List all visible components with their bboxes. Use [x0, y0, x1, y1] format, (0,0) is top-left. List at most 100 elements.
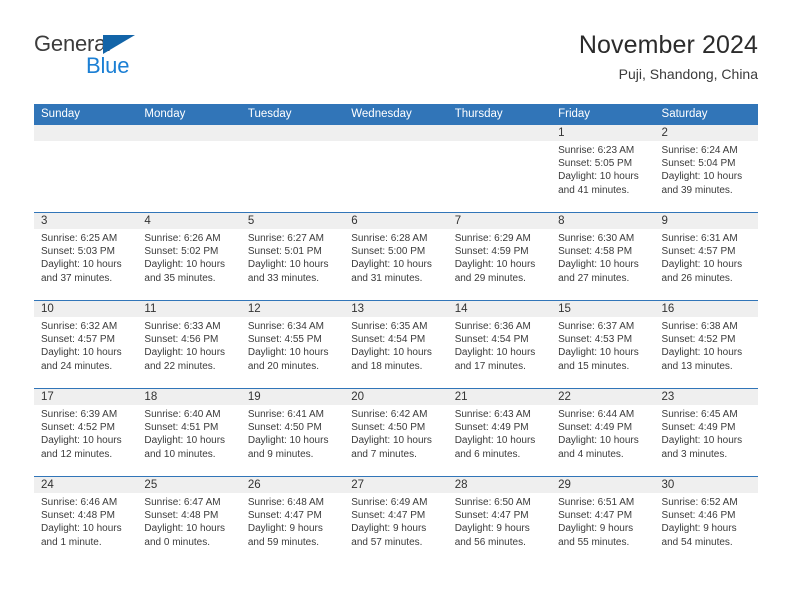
day-number — [344, 125, 448, 141]
calendar-day-cell[interactable]: 26 Sunrise: 6:48 AM Sunset: 4:47 PM Dayligh… — [240, 477, 345, 564]
calendar-day-cell[interactable]: 21 Sunrise: 6:43 AM Sunset: 4:49 PM Dayligh… — [447, 389, 552, 476]
daylight-duration-line1: Daylight: 9 hours — [247, 523, 323, 535]
calendar-day-cell[interactable]: 24 Sunrise: 6:46 AM Sunset: 4:48 PM Dayligh… — [34, 477, 138, 564]
weekday-thursday: Thursday — [454, 108, 503, 120]
daylight-duration-line1: Daylight: 10 hours — [41, 347, 122, 359]
day-number: 8 — [551, 213, 655, 229]
daylight-duration-line1: Daylight: 10 hours — [661, 347, 743, 359]
day-number: 2 — [654, 125, 758, 141]
daylight-duration-line1: Daylight: 10 hours — [41, 435, 122, 447]
sunrise-time: Sunrise: 6:40 AM — [144, 409, 221, 420]
day-sun-details: Sunrise: 6:51 AM Sunset: 4:47 PM Daylight:… — [551, 493, 654, 549]
calendar-day-cell-empty — [344, 125, 448, 212]
sunrise-time: Sunrise: 6:35 AM — [351, 321, 428, 332]
sunset-time: Sunset: 4:48 PM — [144, 510, 219, 522]
calendar-day-cell[interactable]: 18 Sunrise: 6:40 AM Sunset: 4:51 PM Dayligh… — [137, 389, 241, 476]
day-sun-details: Sunrise: 6:38 AM Sunset: 4:52 PM Daylight:… — [655, 317, 758, 373]
day-sun-details: Sunrise: 6:47 AM Sunset: 4:48 PM Daylight:… — [137, 493, 240, 549]
calendar-day-cell[interactable]: 13 Sunrise: 6:35 AM Sunset: 4:54 PM Dayligh… — [344, 301, 448, 388]
title-block: November 2024 Puji, Shandong, China — [579, 30, 758, 83]
calendar-day-cell[interactable]: 22 Sunrise: 6:44 AM Sunset: 4:49 PM Dayligh… — [551, 389, 655, 476]
sunrise-time: Sunrise: 6:36 AM — [454, 321, 531, 332]
day-number — [447, 125, 552, 141]
sunrise-time: Sunrise: 6:48 AM — [247, 497, 324, 508]
calendar-day-cell[interactable]: 29 Sunrise: 6:51 AM Sunset: 4:47 PM Dayligh… — [551, 477, 655, 564]
day-sun-details: Sunrise: 6:45 AM Sunset: 4:49 PM Daylight:… — [655, 405, 758, 461]
calendar-day-cell[interactable]: 15 Sunrise: 6:37 AM Sunset: 4:53 PM Dayligh… — [551, 301, 655, 388]
calendar-day-cell[interactable]: 6 Sunrise: 6:28 AM Sunset: 5:00 PM Daylight… — [344, 213, 448, 300]
sunrise-time: Sunrise: 6:52 AM — [661, 497, 738, 508]
calendar-day-cell[interactable]: 8 Sunrise: 6:30 AM Sunset: 4:58 PM Daylight… — [551, 213, 655, 300]
day-number: 30 — [654, 477, 758, 493]
day-number: 1 — [551, 125, 655, 141]
day-number: 20 — [344, 389, 448, 405]
calendar-day-cell[interactable]: 3 Sunrise: 6:25 AM Sunset: 5:03 PM Daylight… — [34, 213, 138, 300]
daylight-duration-line1: Daylight: 10 hours — [41, 259, 122, 271]
daylight-duration-line2: and 13 minutes. — [661, 360, 733, 372]
day-number: 13 — [344, 301, 448, 317]
daylight-duration-line1: Daylight: 10 hours — [661, 259, 743, 271]
sunrise-time: Sunrise: 6:26 AM — [144, 233, 221, 244]
calendar-day-cell[interactable]: 17 Sunrise: 6:39 AM Sunset: 4:52 PM Dayligh… — [34, 389, 138, 476]
calendar-day-cell[interactable]: 1 Sunrise: 6:23 AM Sunset: 5:05 PM Daylight… — [551, 125, 655, 212]
daylight-duration-line2: and 56 minutes. — [454, 536, 526, 548]
calendar-day-cell[interactable]: 10 Sunrise: 6:32 AM Sunset: 4:57 PM Dayligh… — [34, 301, 138, 388]
daylight-duration-line1: Daylight: 10 hours — [558, 435, 639, 447]
day-number — [137, 125, 241, 141]
calendar-day-cell[interactable]: 28 Sunrise: 6:50 AM Sunset: 4:47 PM Dayligh… — [447, 477, 552, 564]
day-number — [240, 125, 345, 141]
sunset-time: Sunset: 5:05 PM — [558, 158, 633, 170]
sunset-time: Sunset: 4:46 PM — [661, 510, 736, 522]
calendar-day-cell[interactable]: 20 Sunrise: 6:42 AM Sunset: 4:50 PM Dayligh… — [344, 389, 448, 476]
daylight-duration-line1: Daylight: 10 hours — [351, 347, 432, 359]
sunset-time: Sunset: 4:55 PM — [247, 334, 322, 346]
daylight-duration-line1: Daylight: 10 hours — [351, 435, 432, 447]
daylight-duration-line2: and 31 minutes. — [351, 272, 423, 284]
day-number: 24 — [34, 477, 138, 493]
sunrise-time: Sunrise: 6:51 AM — [558, 497, 635, 508]
calendar-day-cell[interactable]: 25 Sunrise: 6:47 AM Sunset: 4:48 PM Dayligh… — [137, 477, 241, 564]
sunset-time: Sunset: 4:52 PM — [661, 334, 736, 346]
daylight-duration-line2: and 0 minutes. — [144, 536, 211, 548]
calendar-day-cell[interactable]: 19 Sunrise: 6:41 AM Sunset: 4:50 PM Dayligh… — [240, 389, 345, 476]
calendar-day-cell[interactable]: 5 Sunrise: 6:27 AM Sunset: 5:01 PM Daylight… — [240, 213, 345, 300]
calendar-day-cell[interactable]: 12 Sunrise: 6:34 AM Sunset: 4:55 PM Dayligh… — [240, 301, 345, 388]
calendar-day-cell[interactable]: 23 Sunrise: 6:45 AM Sunset: 4:49 PM Dayligh… — [654, 389, 758, 476]
day-number: 6 — [344, 213, 448, 229]
calendar-day-cell[interactable]: 14 Sunrise: 6:36 AM Sunset: 4:54 PM Dayligh… — [447, 301, 552, 388]
sunrise-time: Sunrise: 6:42 AM — [351, 409, 428, 420]
daylight-duration-line2: and 26 minutes. — [661, 272, 733, 284]
calendar-day-cell[interactable]: 16 Sunrise: 6:38 AM Sunset: 4:52 PM Dayligh… — [654, 301, 758, 388]
daylight-duration-line2: and 59 minutes. — [247, 536, 320, 548]
daylight-duration-line2: and 6 minutes. — [454, 448, 521, 460]
calendar-day-cell[interactable]: 2 Sunrise: 6:24 AM Sunset: 5:04 PM Daylight… — [654, 125, 758, 212]
calendar-day-cell-empty — [447, 125, 552, 212]
daylight-duration-line2: and 9 minutes. — [247, 448, 314, 460]
calendar-day-cell[interactable]: 11 Sunrise: 6:33 AM Sunset: 4:56 PM Dayligh… — [137, 301, 241, 388]
daylight-duration-line1: Daylight: 10 hours — [454, 259, 536, 271]
sunset-time: Sunset: 4:57 PM — [661, 246, 736, 258]
sunrise-time: Sunrise: 6:23 AM — [558, 145, 635, 156]
day-number: 17 — [34, 389, 138, 405]
calendar-day-cell[interactable]: 27 Sunrise: 6:49 AM Sunset: 4:47 PM Dayligh… — [344, 477, 448, 564]
day-number: 11 — [137, 301, 241, 317]
calendar-day-cell[interactable]: 4 Sunrise: 6:26 AM Sunset: 5:02 PM Daylight… — [137, 213, 241, 300]
sunset-time: Sunset: 4:57 PM — [41, 334, 115, 346]
calendar-day-cell[interactable]: 7 Sunrise: 6:29 AM Sunset: 4:59 PM Daylight… — [447, 213, 552, 300]
calendar-day-cell[interactable]: 30 Sunrise: 6:52 AM Sunset: 4:46 PM Dayligh… — [654, 477, 758, 564]
daylight-duration-line1: Daylight: 10 hours — [144, 259, 226, 271]
daylight-duration-line1: Daylight: 10 hours — [247, 259, 329, 271]
sunset-time: Sunset: 5:02 PM — [144, 246, 219, 258]
day-sun-details: Sunrise: 6:50 AM Sunset: 4:47 PM Daylight:… — [448, 493, 551, 549]
general-blue-logo[interactable]: General Blue — [34, 32, 204, 86]
sunset-time: Sunset: 4:50 PM — [351, 422, 426, 434]
calendar-day-cell[interactable]: 9 Sunrise: 6:31 AM Sunset: 4:57 PM Daylight… — [654, 213, 758, 300]
day-number: 12 — [240, 301, 345, 317]
page-header: General Blue November 2024 Puji, Shandon… — [34, 30, 758, 92]
sunset-time: Sunset: 5:04 PM — [661, 158, 736, 170]
daylight-duration-line2: and 29 minutes. — [454, 272, 526, 284]
sunrise-time: Sunrise: 6:37 AM — [558, 321, 635, 332]
day-number: 15 — [551, 301, 655, 317]
daylight-duration-line2: and 37 minutes. — [41, 272, 113, 284]
sunset-time: Sunset: 4:47 PM — [454, 510, 529, 522]
